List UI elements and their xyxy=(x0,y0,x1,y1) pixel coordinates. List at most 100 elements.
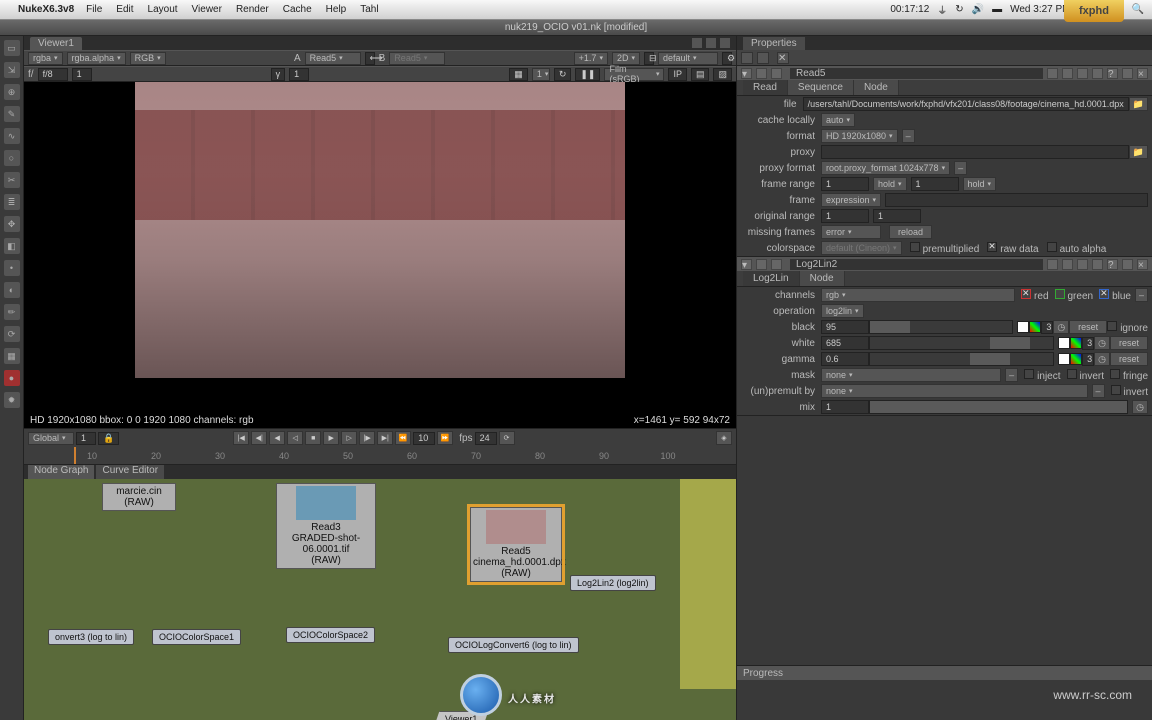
menu-file[interactable]: File xyxy=(86,4,102,15)
missing-dropdown[interactable]: error xyxy=(821,225,881,239)
ignore-checkbox[interactable] xyxy=(1107,321,1117,331)
skip-fwd-icon[interactable]: ⏩ xyxy=(437,431,453,445)
fstop-frame[interactable]: 1 xyxy=(72,68,92,81)
node-read-marcie[interactable]: marcie.cin (RAW) xyxy=(102,483,176,511)
framerange-hold2[interactable]: hold xyxy=(963,177,997,191)
tab-curveeditor[interactable]: Curve Editor xyxy=(96,465,164,479)
proxy-link-icon[interactable]: – xyxy=(954,161,967,175)
close-panel-icon[interactable]: × xyxy=(1137,259,1148,270)
black-slider[interactable] xyxy=(869,320,1013,334)
mix-slider[interactable] xyxy=(869,400,1128,414)
reset-panel-icon[interactable] xyxy=(1047,259,1058,270)
collapse-icon[interactable]: ▾ xyxy=(741,259,752,270)
tab-properties[interactable]: Properties xyxy=(743,37,805,50)
proxy-scale[interactable]: 1 xyxy=(532,68,550,81)
paint-icon[interactable]: ✏ xyxy=(4,304,20,320)
move-icon[interactable]: ⇲ xyxy=(4,62,20,78)
swatch-rgb2[interactable] xyxy=(1070,337,1082,349)
colorspace-dropdown[interactable]: RGB xyxy=(130,52,166,65)
clip-icon[interactable]: ▤ xyxy=(691,68,710,81)
invert2-checkbox[interactable] xyxy=(1111,385,1121,395)
white-reset-button[interactable]: reset xyxy=(1110,336,1148,350)
anim-icon2[interactable]: ◷ xyxy=(1094,336,1110,350)
split-3c[interactable]: 3 xyxy=(1082,353,1094,366)
knife-icon[interactable]: ✂ xyxy=(4,172,20,188)
step-back-icon[interactable]: ◀ xyxy=(269,431,285,445)
keyframe-icon[interactable]: ◈ xyxy=(716,431,732,445)
framerange-hold1[interactable]: hold xyxy=(873,177,907,191)
save-panel-icon[interactable] xyxy=(757,52,769,64)
view-icon[interactable]: ▦ xyxy=(4,348,20,364)
node-log2lin2[interactable]: Log2Lin2 (log2lin) xyxy=(570,575,656,591)
menu-layout[interactable]: Layout xyxy=(148,4,178,15)
split-icon[interactable]: ⊟ xyxy=(644,52,654,65)
framerange-start[interactable]: 1 xyxy=(821,177,869,191)
wifi-icon[interactable]: ⏚ xyxy=(937,2,947,17)
close-all-icon[interactable]: ✕ xyxy=(777,52,789,64)
black-field[interactable]: 95 xyxy=(821,320,869,334)
b-input-dropdown[interactable]: Read5 xyxy=(389,52,445,65)
swatch-white2[interactable] xyxy=(1058,337,1070,349)
eye-icon[interactable] xyxy=(771,259,782,270)
menu-viewer[interactable]: Viewer xyxy=(192,4,222,15)
menu-render[interactable]: Render xyxy=(236,4,269,15)
mix-anim-icon[interactable]: ◷ xyxy=(1132,400,1148,414)
expand-icon[interactable]: ✥ xyxy=(4,216,20,232)
mask-dropdown[interactable]: none xyxy=(821,368,1001,382)
brush-icon[interactable]: ∿ xyxy=(4,128,20,144)
channels-dropdown[interactable]: rgb xyxy=(821,288,1015,302)
skip-field[interactable]: 10 xyxy=(413,432,435,445)
close-panel-icon[interactable]: × xyxy=(1137,68,1148,79)
node-ociocolorspace1[interactable]: OCIOColorSpace1 xyxy=(152,629,241,645)
fringe-checkbox[interactable] xyxy=(1110,369,1120,379)
split-3[interactable]: 3 xyxy=(1041,321,1053,334)
float-icon[interactable] xyxy=(1122,68,1133,79)
reload-button[interactable]: reload xyxy=(889,225,932,239)
roto-icon[interactable]: ◐ xyxy=(4,282,20,298)
pane-float-icon[interactable] xyxy=(692,38,702,48)
tab-log2lin[interactable]: Log2Lin xyxy=(743,271,800,286)
node-read5[interactable]: Read5 cinema_hd.0001.dpx (RAW) xyxy=(470,507,562,582)
volume-icon[interactable]: 🔊 xyxy=(972,4,984,15)
center-icon[interactable] xyxy=(756,68,767,79)
origrange-start[interactable]: 1 xyxy=(821,209,869,223)
unpremult-dropdown[interactable]: none xyxy=(821,384,1088,398)
invert-checkbox[interactable] xyxy=(1067,369,1077,379)
tab-read[interactable]: Read xyxy=(743,80,788,95)
node-name-field[interactable]: Read5 xyxy=(790,68,1043,79)
swatch-rgb[interactable] xyxy=(1029,321,1041,333)
premult-checkbox[interactable] xyxy=(910,242,920,252)
a-input-dropdown[interactable]: Read5 xyxy=(305,52,361,65)
ip-button[interactable]: IP xyxy=(668,68,687,81)
node-convert3[interactable]: onvert3 (log to lin) xyxy=(48,629,134,645)
step-fwd-icon[interactable]: ▷ xyxy=(341,431,357,445)
selector-icon[interactable]: ▭ xyxy=(4,40,20,56)
tab-node2[interactable]: Node xyxy=(800,271,845,286)
blue-checkbox[interactable] xyxy=(1099,289,1109,299)
film-lut-dropdown[interactable]: Film (sRGB) xyxy=(604,68,664,81)
node-read3[interactable]: Read3 GRADED-shot-06.0001.tif (RAW) xyxy=(276,483,376,569)
timeline-cursor[interactable] xyxy=(74,447,76,465)
layer-dropdown[interactable]: rgba.alpha xyxy=(67,52,126,65)
copy-panel-icon[interactable] xyxy=(1062,259,1073,270)
stop-icon[interactable]: ■ xyxy=(305,431,321,445)
redo-icon[interactable] xyxy=(1092,259,1103,270)
bezier-icon[interactable]: ✎ xyxy=(4,106,20,122)
swatch-white3[interactable] xyxy=(1058,353,1070,365)
backdrop[interactable] xyxy=(680,479,736,689)
float-icon[interactable] xyxy=(1122,259,1133,270)
viewer-canvas[interactable]: HD 1920x1080 bbox: 0 0 1920 1080 channel… xyxy=(24,82,736,428)
range-dropdown[interactable]: Global xyxy=(28,432,74,445)
channels-dropdown[interactable]: rgba xyxy=(28,52,63,65)
ab-toggle[interactable]: ⟷ xyxy=(365,52,375,65)
crosshair-icon[interactable]: ⊕ xyxy=(4,84,20,100)
app-name[interactable]: NukeX6.3v8 xyxy=(18,4,74,15)
tab-node[interactable]: Node xyxy=(854,80,899,95)
file-browse-icon[interactable]: 📁 xyxy=(1129,97,1148,111)
eye-icon[interactable] xyxy=(771,68,782,79)
gamma-reset-button[interactable]: reset xyxy=(1110,352,1148,366)
mask-link-icon[interactable]: – xyxy=(1005,368,1018,382)
timeline-ruler[interactable]: 10 20 30 40 50 60 70 80 90 100 xyxy=(24,447,736,465)
white-field[interactable]: 685 xyxy=(821,336,869,350)
prev-key-icon[interactable]: ◀| xyxy=(251,431,267,445)
